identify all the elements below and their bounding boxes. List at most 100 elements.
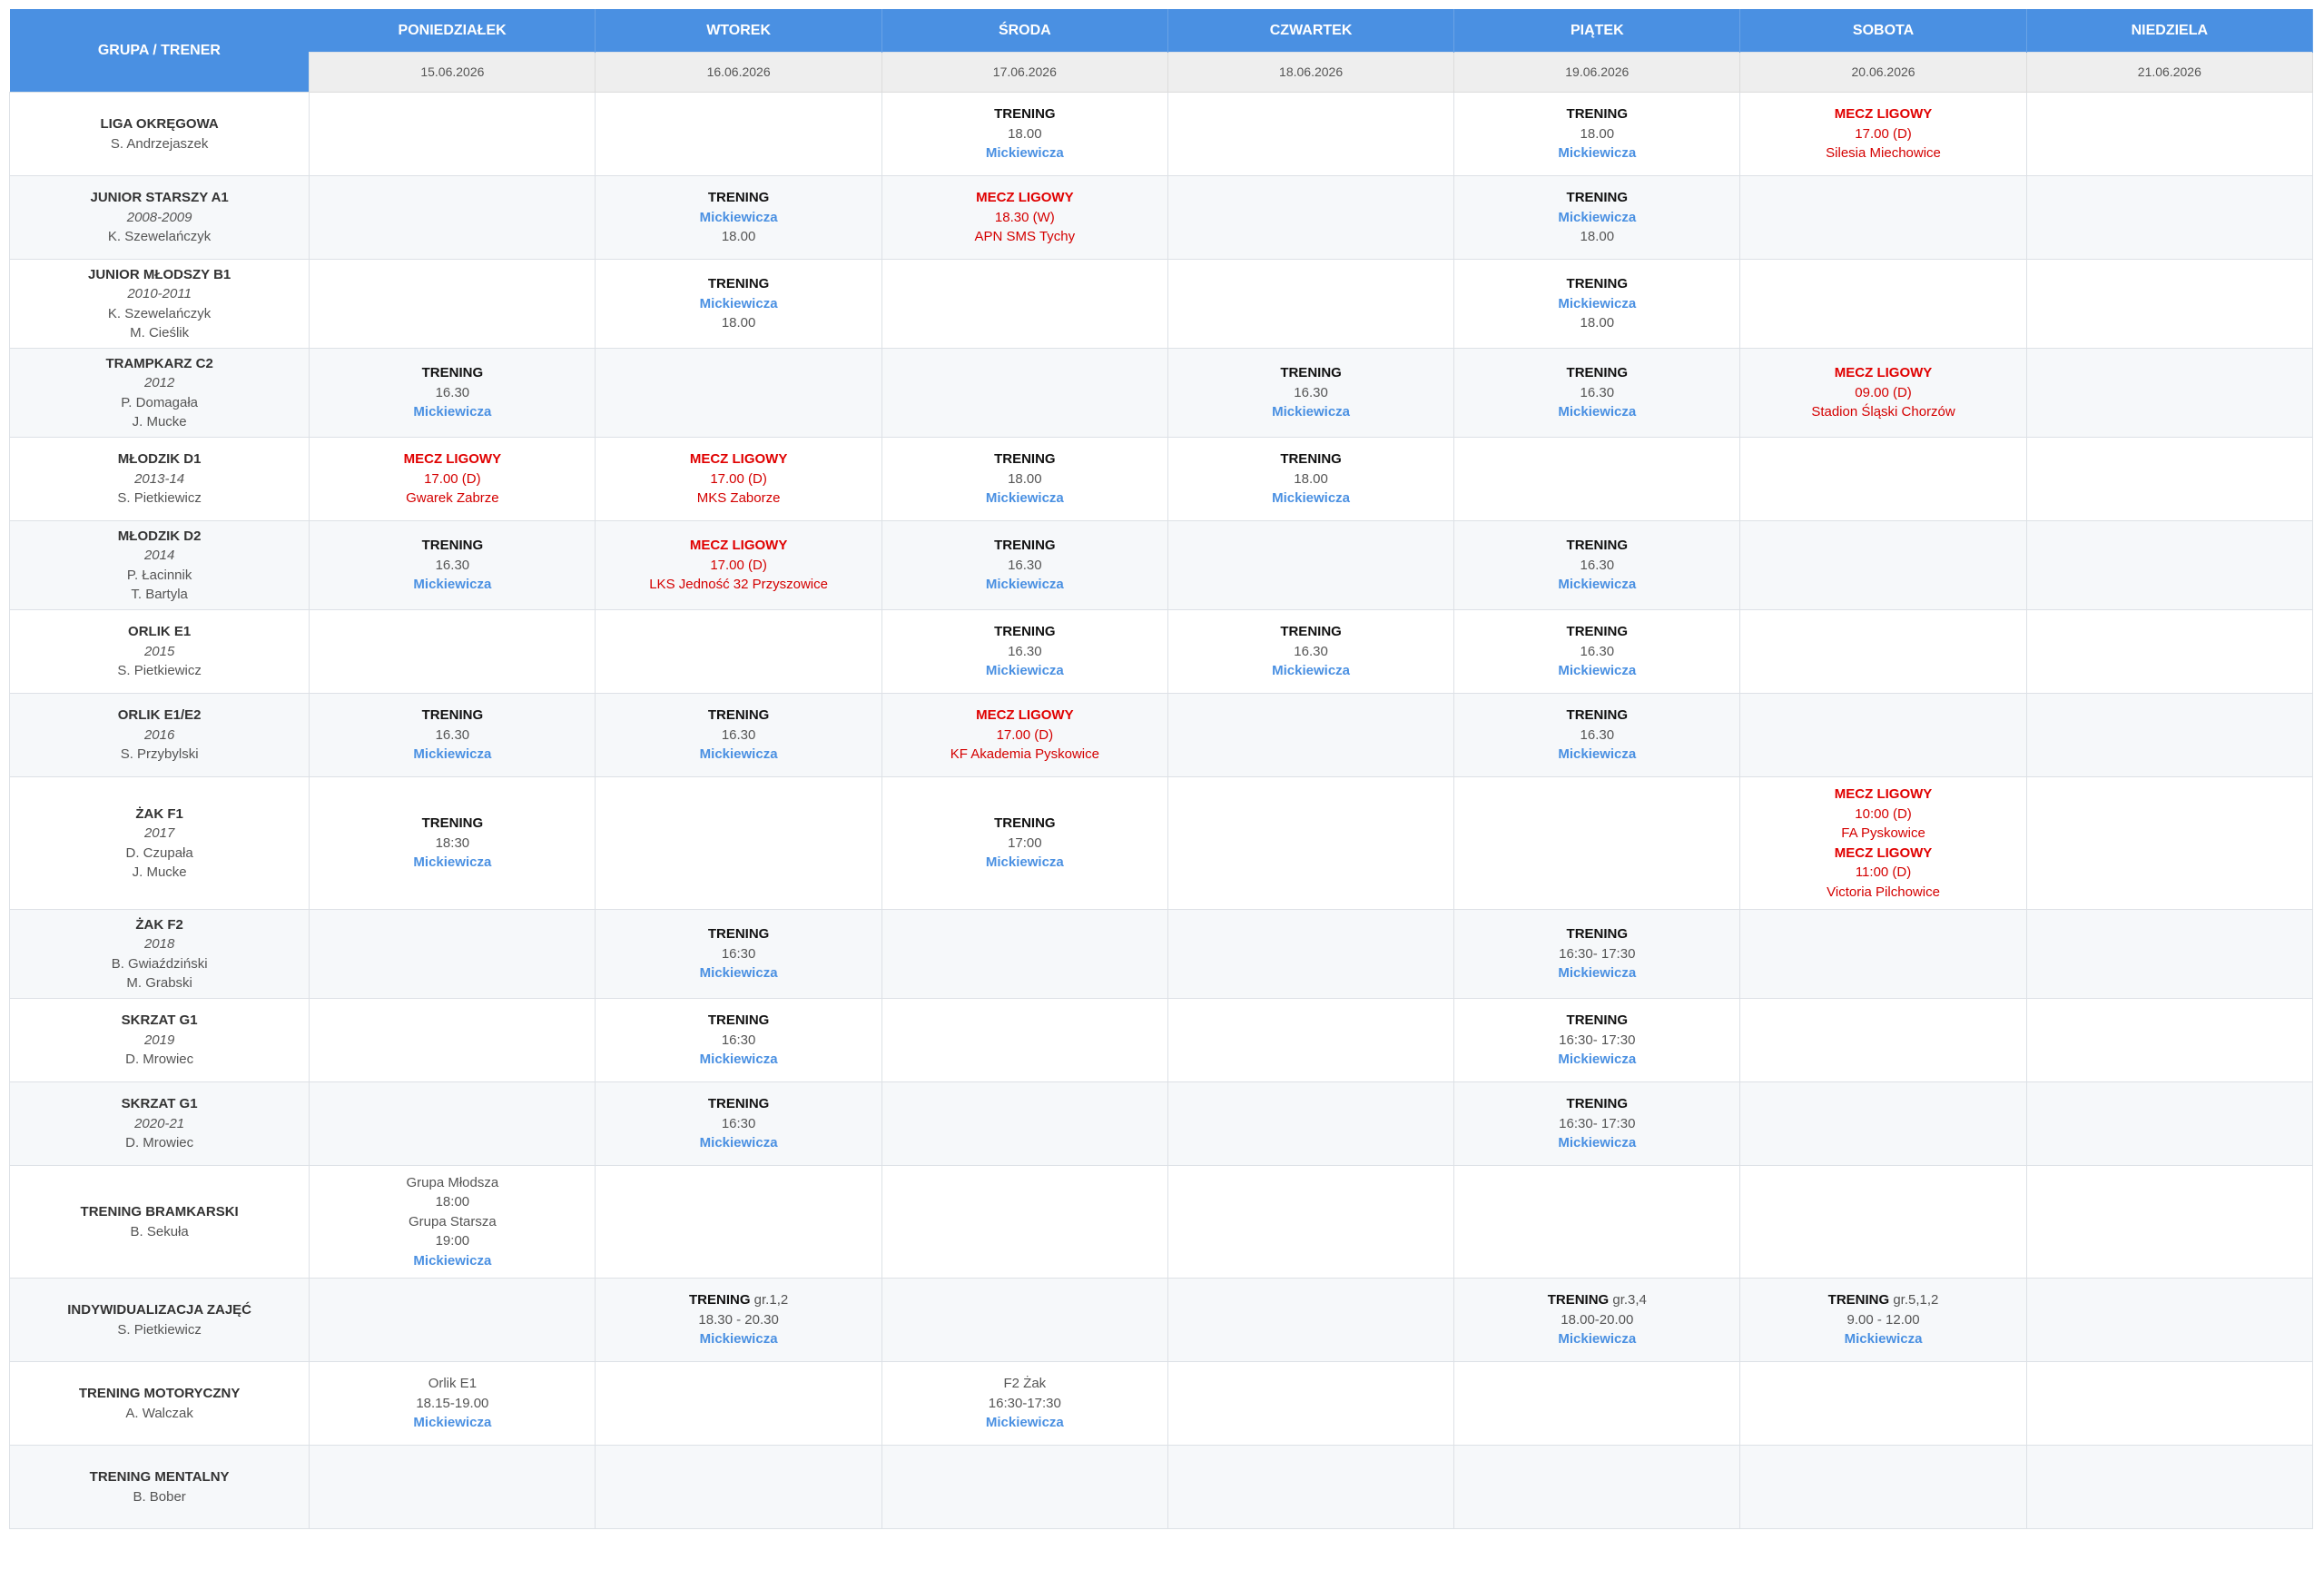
schedule-row: ŻAK F1 2017 D. Czupała J. Mucke TRENING 18:30… bbox=[8, 776, 2314, 910]
group-coach: T. Bartyla bbox=[131, 587, 188, 602]
location-link[interactable]: Mickiewicza bbox=[310, 745, 595, 765]
training-label: TRENING bbox=[994, 624, 1056, 640]
training-time: 18.00 bbox=[1008, 125, 1042, 142]
schedule-cell bbox=[1167, 1165, 1455, 1279]
match-time: 18.30 (W) bbox=[994, 209, 1055, 225]
schedule-cell: TRENING 16:30 Mickiewicza bbox=[595, 998, 882, 1082]
location-link[interactable]: Mickiewicza bbox=[1454, 1329, 1739, 1349]
location-link[interactable]: Mickiewicza bbox=[596, 208, 881, 228]
location-link[interactable]: Mickiewicza bbox=[596, 294, 881, 314]
location-link[interactable]: Mickiewicza bbox=[1740, 1329, 2025, 1349]
training-group-suffix: gr.1,2 bbox=[753, 1292, 789, 1308]
location-link[interactable]: Mickiewicza bbox=[1454, 1133, 1739, 1153]
session-line: Grupa Młodsza bbox=[406, 1174, 499, 1190]
schedule-row: TRENING BRAMKARSKI B. Sekuła Grupa Młodsza… bbox=[8, 1165, 2314, 1279]
training-time: 16.30 bbox=[1008, 643, 1042, 659]
schedule-cell bbox=[1167, 520, 1455, 610]
group-cell: TRENING MENTALNY B. Bober bbox=[8, 1445, 310, 1529]
schedule-cell: TRENING 16.30 Mickiewicza bbox=[309, 520, 596, 610]
location-link[interactable]: Mickiewicza bbox=[1454, 745, 1739, 765]
schedule-cell bbox=[2025, 1165, 2314, 1279]
training-entry: TRENING Mickiewicza 18.00 bbox=[1454, 188, 1739, 247]
location-link[interactable]: Mickiewicza bbox=[1454, 575, 1739, 595]
schedule-cell bbox=[881, 348, 1168, 438]
schedule-table: GRUPA / TRENER PONIEDZIAŁEK WTOREK ŚRODA… bbox=[8, 9, 2314, 1529]
training-group-suffix: gr.5,1,2 bbox=[1893, 1292, 1939, 1308]
training-time: 16:30 bbox=[721, 1032, 756, 1048]
schedule-cell bbox=[2025, 92, 2314, 176]
schedule-cell bbox=[1453, 1165, 1741, 1279]
schedule-cell bbox=[2025, 348, 2314, 438]
schedule-cell bbox=[2025, 437, 2314, 521]
match-entry: MECZ LIGOWY 17.00 (D) LKS Jedność 32 Przys… bbox=[596, 536, 881, 595]
schedule-row: ORLIK E1 2015 S. Pietkiewicz TRENING 16.30 Mi… bbox=[8, 609, 2314, 694]
training-heading: TRENING gr.5,1,2 bbox=[1740, 1290, 2025, 1310]
location-link[interactable]: Mickiewicza bbox=[882, 143, 1167, 163]
training-time: 16.30 bbox=[435, 557, 470, 573]
location-link[interactable]: Mickiewicza bbox=[310, 1251, 595, 1271]
schedule-cell: TRENING gr.3,4 18.00-20.00 Mickiewicza bbox=[1453, 1278, 1741, 1362]
location-link[interactable]: Mickiewicza bbox=[1168, 661, 1453, 681]
location-link[interactable]: Mickiewicza bbox=[1454, 661, 1739, 681]
training-heading: TRENING bbox=[1454, 536, 1739, 556]
location-link[interactable]: Mickiewicza bbox=[882, 661, 1167, 681]
schedule-cell bbox=[1167, 1361, 1455, 1446]
location-link[interactable]: Mickiewicza bbox=[882, 1413, 1167, 1433]
location-link[interactable]: Mickiewicza bbox=[1168, 489, 1453, 509]
schedule-row: LIGA OKRĘGOWA S. Andrzejaszek TRENING 18.00… bbox=[8, 92, 2314, 176]
location-link[interactable]: Mickiewicza bbox=[1454, 294, 1739, 314]
session-line: 18.15-19.00 bbox=[416, 1395, 489, 1411]
session-line: 16:30-17:30 bbox=[988, 1395, 1061, 1411]
group-coach: J. Mucke bbox=[132, 414, 187, 430]
match-label: MECZ LIGOWY bbox=[1834, 365, 1933, 381]
location-link[interactable]: Mickiewicza bbox=[1454, 402, 1739, 422]
training-heading: TRENING bbox=[596, 1011, 881, 1031]
location-link[interactable]: Mickiewicza bbox=[596, 1050, 881, 1070]
schedule-cell bbox=[1453, 1361, 1741, 1446]
group-cell: ŻAK F2 2018 B. Gwiaździński M. Grabski bbox=[8, 909, 310, 999]
location-link[interactable]: Mickiewicza bbox=[596, 745, 881, 765]
location-link[interactable]: Mickiewicza bbox=[596, 963, 881, 983]
schedule-cell bbox=[1167, 998, 1455, 1082]
training-label: TRENING bbox=[1566, 276, 1629, 292]
schedule-cell: TRENING 16:30- 17:30 Mickiewicza bbox=[1453, 998, 1741, 1082]
schedule-cell bbox=[595, 1165, 882, 1279]
location-link[interactable]: Mickiewicza bbox=[310, 1413, 595, 1433]
schedule-cell bbox=[1739, 1081, 2027, 1166]
training-entry: TRENING 18.00 Mickiewicza bbox=[882, 104, 1167, 163]
location-link[interactable]: Mickiewicza bbox=[882, 575, 1167, 595]
training-label: TRENING bbox=[707, 1012, 770, 1029]
location-link[interactable]: Mickiewicza bbox=[1454, 1050, 1739, 1070]
training-label: TRENING bbox=[707, 276, 770, 292]
location-link[interactable]: Mickiewicza bbox=[596, 1133, 881, 1153]
group-coach: M. Cieślik bbox=[130, 325, 190, 341]
location-link[interactable]: Mickiewicza bbox=[882, 489, 1167, 509]
match-time: 17.00 (D) bbox=[996, 726, 1054, 743]
training-label: TRENING bbox=[1280, 624, 1342, 640]
location-link[interactable]: Mickiewicza bbox=[310, 853, 595, 873]
date-tuesday: 16.06.2026 bbox=[595, 52, 882, 93]
training-label: TRENING bbox=[421, 538, 484, 554]
location-link[interactable]: Mickiewicza bbox=[1168, 402, 1453, 422]
location-link[interactable]: Mickiewicza bbox=[1454, 208, 1739, 228]
schedule-row: ORLIK E1/E2 2016 S. Przybylski TRENING 16.30… bbox=[8, 693, 2314, 777]
location-link[interactable]: Mickiewicza bbox=[310, 575, 595, 595]
location-link[interactable]: Mickiewicza bbox=[1454, 143, 1739, 163]
location-link[interactable]: Mickiewicza bbox=[1454, 963, 1739, 983]
schedule-cell bbox=[2025, 1081, 2314, 1166]
training-entry: TRENING 16:30 Mickiewicza bbox=[596, 924, 881, 983]
schedule-cell: TRENING 16.30 Mickiewicza bbox=[595, 693, 882, 777]
training-time: 18.00 bbox=[1008, 470, 1042, 487]
schedule-cell bbox=[1453, 1445, 1741, 1529]
training-label: TRENING bbox=[1280, 365, 1342, 381]
date-friday: 19.06.2026 bbox=[1453, 52, 1741, 93]
group-year: 2017 bbox=[143, 825, 175, 841]
location-link[interactable]: Mickiewicza bbox=[882, 853, 1167, 873]
training-time: 18.00-20.00 bbox=[1561, 1311, 1634, 1328]
location-link[interactable]: Mickiewicza bbox=[596, 1329, 881, 1349]
training-time: 16:30- 17:30 bbox=[1559, 1032, 1636, 1048]
session-entry: F2 Żak 16:30-17:30 Mickiewicza bbox=[882, 1374, 1167, 1433]
schedule-body: LIGA OKRĘGOWA S. Andrzejaszek TRENING 18.00… bbox=[8, 92, 2314, 1529]
location-link[interactable]: Mickiewicza bbox=[310, 402, 595, 422]
schedule-cell: TRENING 16.30 Mickiewicza bbox=[1453, 693, 1741, 777]
